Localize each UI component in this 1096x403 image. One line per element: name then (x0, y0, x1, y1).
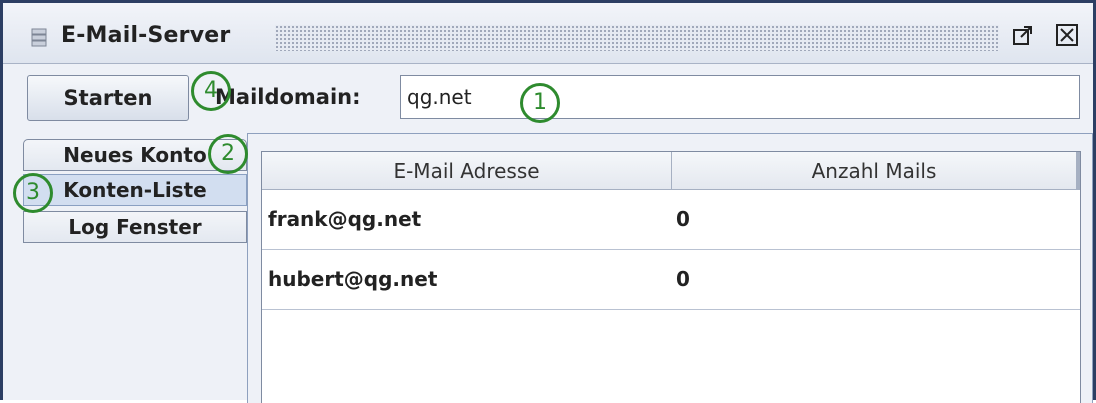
accounts-table: E-Mail Adresse Anzahl Mails frank@qg.net… (261, 151, 1081, 403)
app-window: E-Mail-Server Starten Maildomain: Neues … (0, 0, 1096, 403)
callout-2: 2 (208, 134, 248, 174)
table-row[interactable]: hubert@qg.net 0 (262, 250, 1080, 310)
email-cell: frank@qg.net (268, 207, 422, 231)
column-header-mail-count[interactable]: Anzahl Mails (672, 152, 1080, 190)
maximize-icon[interactable] (1011, 23, 1035, 47)
callout-4: 4 (191, 71, 231, 111)
maildomain-input[interactable] (400, 75, 1080, 119)
window-title: E-Mail-Server (61, 23, 231, 48)
mail-count-cell: 0 (676, 207, 690, 231)
title-bar[interactable]: E-Mail-Server (3, 3, 1093, 64)
mail-count-cell: 0 (676, 267, 690, 291)
title-bar-grip (275, 25, 999, 51)
callout-3: 3 (13, 173, 53, 213)
close-icon[interactable] (1055, 23, 1079, 47)
column-header-email[interactable]: E-Mail Adresse (262, 152, 672, 190)
server-icon (31, 28, 47, 47)
start-button[interactable]: Starten (27, 75, 189, 121)
table-row[interactable]: frank@qg.net 0 (262, 190, 1080, 250)
email-cell: hubert@qg.net (268, 267, 438, 291)
callout-1: 1 (520, 83, 560, 123)
tab-konten-liste[interactable]: Konten-Liste (23, 174, 247, 206)
maildomain-label: Maildomain: (215, 85, 361, 109)
tab-log-fenster[interactable]: Log Fenster (23, 211, 247, 243)
